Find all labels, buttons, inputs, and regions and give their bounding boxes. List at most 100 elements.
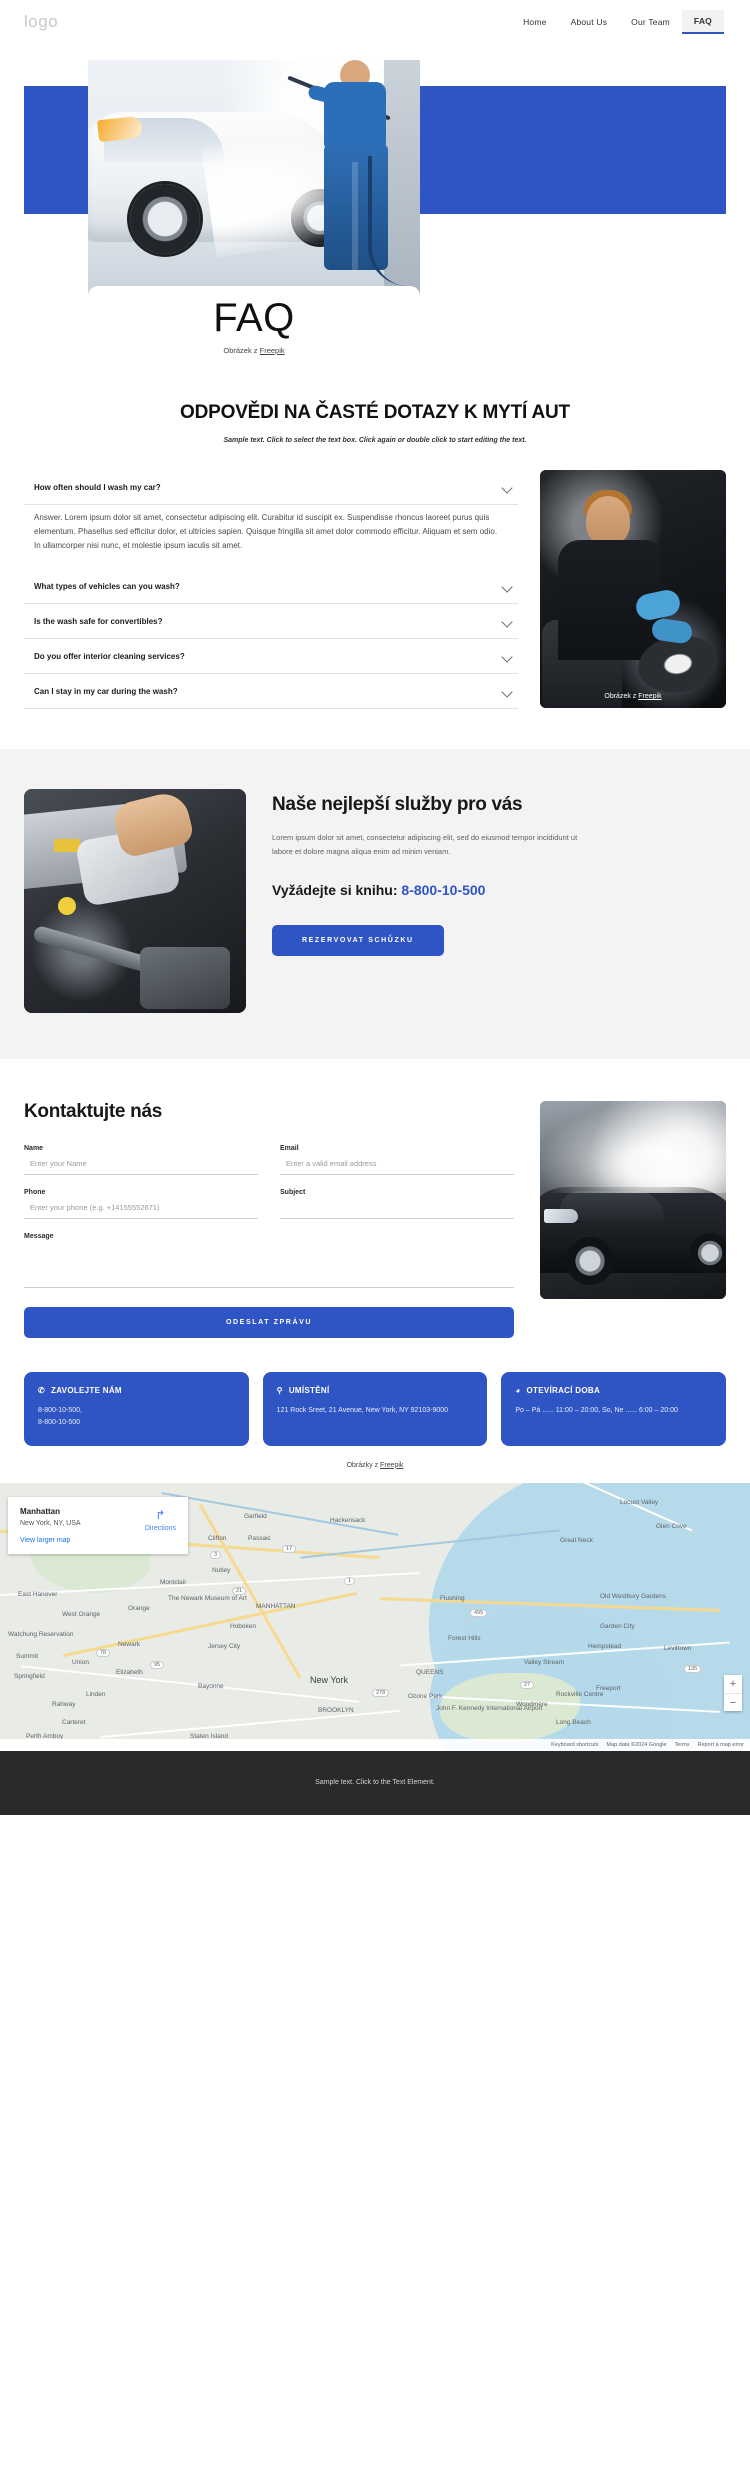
faq-question: Is the wash safe for convertibles?	[34, 617, 163, 626]
map-label: Rahway	[52, 1700, 76, 1708]
faq-item[interactable]: Is the wash safe for convertibles?	[24, 604, 518, 639]
chevron-down-icon[interactable]	[503, 652, 512, 661]
contact-info-cards: ✆ Zavolejte nám 8-800-10-500, 8-800-10-5…	[0, 1338, 750, 1446]
map-route-shield: 95	[150, 1660, 165, 1669]
subject-input[interactable]	[280, 1196, 514, 1219]
map-zoom-out-button[interactable]: −	[724, 1692, 742, 1711]
map-label: West Orange	[62, 1610, 101, 1618]
services-paragraph: Lorem ipsum dolor sit amet, consectetur …	[272, 832, 578, 856]
logo[interactable]: logo	[24, 12, 58, 32]
phone-input[interactable]	[24, 1196, 258, 1219]
map-label: East Hanover	[18, 1590, 58, 1598]
contact-image-car-foam	[540, 1101, 726, 1299]
info-card-title: Zavolejte nám	[51, 1386, 122, 1395]
map-zoom-controls[interactable]: + −	[724, 1674, 742, 1711]
map-route-shield: 1	[344, 1576, 356, 1585]
map-label: Garfield	[244, 1512, 267, 1520]
map-label: Springfield	[14, 1672, 45, 1680]
faq-credit-prefix: Obrázek z	[604, 693, 639, 700]
map-label: Hoboken	[230, 1622, 257, 1630]
email-input[interactable]	[280, 1152, 514, 1175]
services-phone-line: Vyžádejte si knihu: 8-800-10-500	[272, 881, 726, 900]
map-label: The Newark Museum of Art	[168, 1594, 247, 1602]
map-terms-link[interactable]: Terms	[675, 1742, 690, 1748]
map-label: MANHATTAN	[256, 1602, 296, 1610]
images-credit-link[interactable]: Freepik	[380, 1462, 403, 1469]
faq-body: How often should I wash my car? Answer. …	[0, 444, 750, 709]
hero-image-credit: Obrázek z Freepik	[88, 346, 420, 355]
faq-heading: ODPOVĚDI NA ČASTÉ DOTAZY K MYTÍ AUT	[180, 402, 570, 423]
faq-item-header[interactable]: Is the wash safe for convertibles?	[24, 604, 518, 638]
info-card-body: Po – Pá ...... 11:00 – 20:00, So, Ne ...…	[515, 1407, 678, 1414]
map-label: Long Beach	[556, 1718, 591, 1726]
map-label: Clifton	[208, 1534, 227, 1542]
hero-credit-prefix: Obrázek z	[223, 346, 260, 355]
map-label: Great Neck	[560, 1536, 593, 1544]
services-phone-number[interactable]: 8-800-10-500	[401, 882, 485, 898]
faq-subtitle: Sample text. Click to select the text bo…	[223, 437, 527, 444]
message-textarea[interactable]	[24, 1240, 514, 1288]
map-label: Elizabeth	[116, 1668, 143, 1676]
map-zoom-in-button[interactable]: +	[724, 1675, 742, 1693]
chevron-down-icon[interactable]	[503, 483, 512, 492]
faq-question: Can I stay in my car during the wash?	[34, 687, 178, 696]
faq-item[interactable]: Can I stay in my car during the wash?	[24, 674, 518, 709]
directions-arrow-icon: ↱	[155, 1507, 166, 1522]
map-label: Old Westbury Gardens	[600, 1592, 666, 1600]
map-view-larger-link[interactable]: View larger map	[20, 1537, 176, 1544]
faq-item-header[interactable]: Can I stay in my car during the wash?	[24, 674, 518, 708]
nav-item-about-us[interactable]: About Us	[559, 11, 620, 33]
faq-item[interactable]: What types of vehicles can you wash?	[24, 569, 518, 604]
page-title: FAQ	[213, 296, 295, 340]
map-route-shield: 27	[520, 1680, 535, 1689]
contact-section: Kontaktujte nás Name Email Phone Subject…	[0, 1059, 750, 1338]
map-keyboard-shortcuts[interactable]: Keyboard shortcuts	[551, 1742, 598, 1748]
map-directions-button[interactable]: ↱ Directions	[145, 1509, 176, 1532]
hero-image-front-wheel	[130, 184, 200, 254]
map-label: Hackensack	[330, 1516, 366, 1524]
info-card-location: ⚲ Umístění 121 Rock Sreet, 21 Avenue, Ne…	[262, 1372, 488, 1446]
map-label: Union	[72, 1658, 89, 1666]
chevron-down-icon[interactable]	[503, 687, 512, 696]
services-phone-label: Vyžádejte si knihu:	[272, 881, 402, 898]
faq-item-header[interactable]: How often should I wash my car?	[24, 470, 518, 504]
map-route-shield: 495	[470, 1608, 488, 1617]
faq-image-interior-cleaning: Obrázek z Freepik	[540, 470, 726, 708]
phone-field-group: Phone	[24, 1189, 258, 1219]
info-card-header: ◕ Otevírací doba	[515, 1386, 712, 1395]
faq-credit-link[interactable]: Freepik	[638, 693, 661, 700]
map-label: BROOKLYN	[318, 1706, 354, 1714]
location-pin-icon: ⚲	[276, 1385, 283, 1395]
chevron-down-icon[interactable]	[503, 582, 512, 591]
name-input[interactable]	[24, 1152, 258, 1175]
nav-item-faq[interactable]: FAQ	[681, 10, 724, 34]
nav-item-home[interactable]: Home	[511, 11, 558, 33]
send-message-button[interactable]: Odeslat zprávu	[24, 1307, 514, 1338]
faq-item-header[interactable]: Do you offer interior cleaning services?	[24, 639, 518, 673]
hero-credit-link[interactable]: Freepik	[260, 346, 285, 355]
images-credit-prefix: Obrázky z	[346, 1461, 381, 1469]
map-attribution-bar: Keyboard shortcuts Map data ©2024 Google…	[0, 1738, 750, 1751]
faq-answer: Answer. Lorem ipsum dolor sit amet, cons…	[34, 513, 498, 550]
name-field-group: Name	[24, 1145, 258, 1175]
map-label: Watchung Reservation	[8, 1630, 74, 1638]
book-appointment-button[interactable]: Rezervovat schůzku	[272, 925, 444, 957]
faq-item-header[interactable]: What types of vehicles can you wash?	[24, 569, 518, 603]
map-label: Flushing	[440, 1594, 465, 1602]
google-map[interactable]: Manhattan New York, NY, USA View larger …	[0, 1482, 750, 1751]
info-card-body: 121 Rock Sreet, 21 Avenue, New York, NY …	[276, 1407, 449, 1414]
contact-image-foam	[540, 1101, 726, 1193]
info-card-call-us: ✆ Zavolejte nám 8-800-10-500, 8-800-10-5…	[24, 1372, 249, 1446]
faq-item[interactable]: How often should I wash my car?	[24, 470, 518, 505]
info-card-header: ✆ Zavolejte nám	[38, 1386, 235, 1395]
chevron-down-icon[interactable]	[503, 617, 512, 626]
map-route-shield: 135	[684, 1664, 702, 1673]
faq-item[interactable]: Do you offer interior cleaning services?	[24, 639, 518, 674]
phone-label: Phone	[24, 1189, 46, 1196]
map-report-error-link[interactable]: Report a map error	[698, 1742, 744, 1748]
nav-item-our-team[interactable]: Our Team	[619, 11, 682, 33]
map-road	[161, 1491, 399, 1536]
info-card-body: 8-800-10-500, 8-800-10-500	[38, 1407, 82, 1427]
footer-text: Sample text. Click to the Text Element.	[315, 1779, 435, 1786]
map-route-shield: 3	[210, 1550, 222, 1559]
